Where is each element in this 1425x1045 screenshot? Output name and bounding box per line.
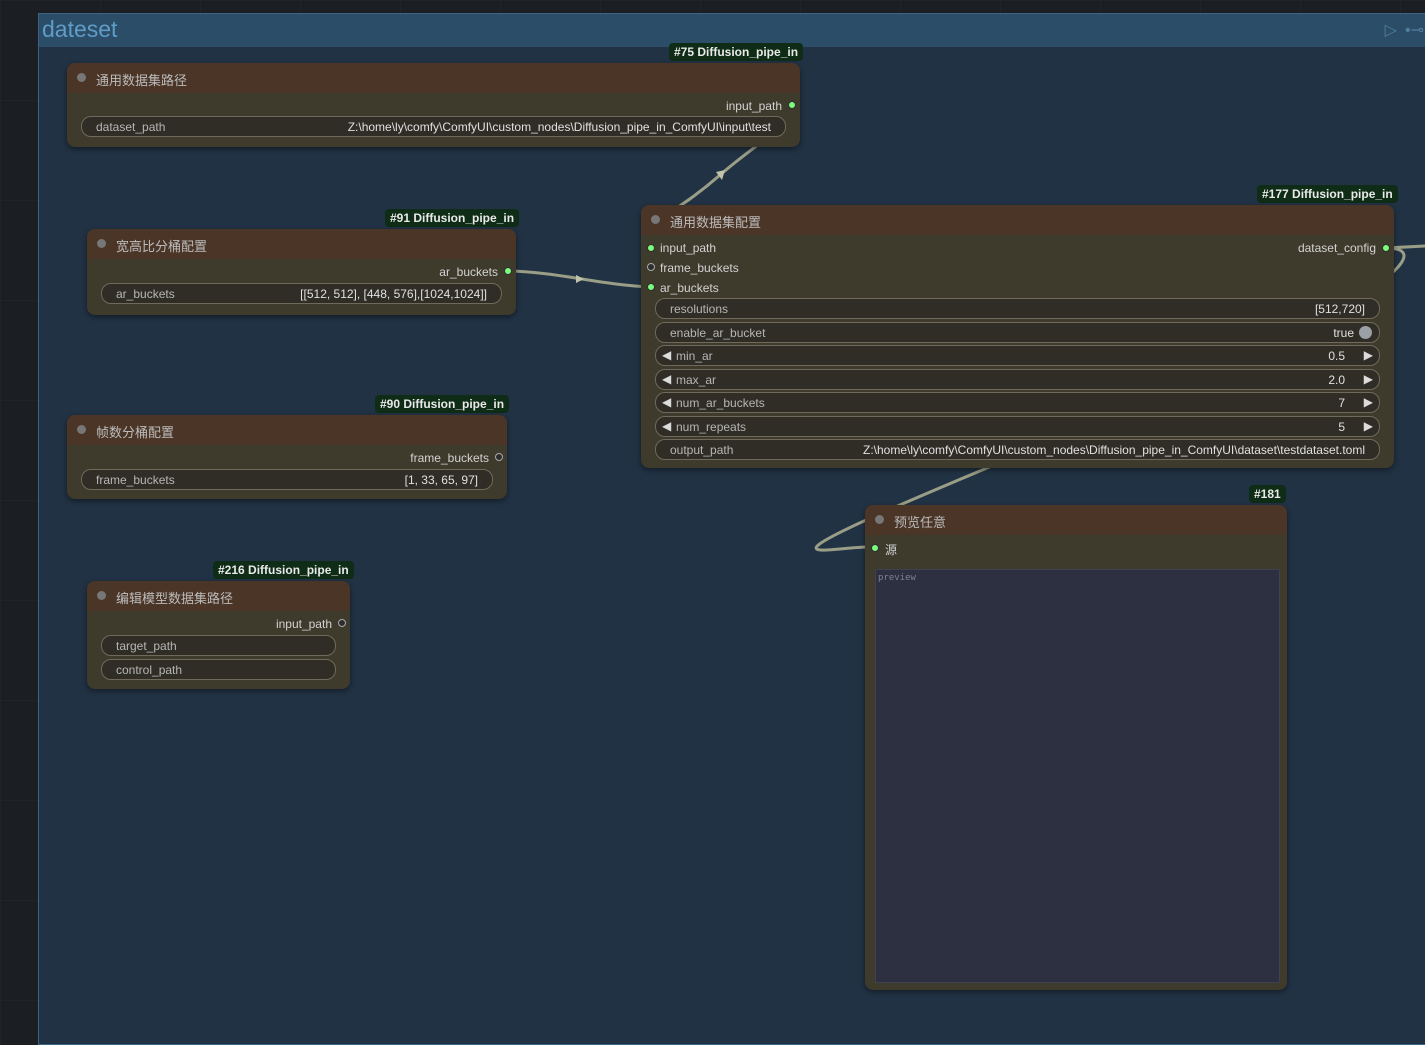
widget-value: [1, 33, 65, 97] [404, 473, 478, 487]
widget-label: min_ar [676, 349, 713, 363]
node-title: 通用数据集路径 [96, 73, 188, 88]
increment-arrow-icon[interactable]: ▶ [1364, 348, 1373, 362]
input-slot-icon[interactable] [647, 244, 655, 252]
collapse-dot-icon[interactable] [651, 215, 660, 224]
input-slot-icon[interactable] [647, 263, 655, 271]
widget-label: enable_ar_bucket [670, 326, 766, 340]
output-slot-icon[interactable] [504, 267, 512, 275]
num-ar-buckets-stepper[interactable]: ◀ num_ar_buckets 7 ▶ [655, 392, 1380, 413]
node-title: 宽高比分桶配置 [116, 239, 208, 254]
node-dataset-config[interactable]: 通用数据集配置 input_path frame_buckets ar_buck… [641, 205, 1394, 468]
node-header[interactable]: 通用数据集配置 [641, 205, 1394, 235]
node-header[interactable]: 通用数据集路径 [67, 63, 800, 93]
node-badge-177: #177 Diffusion_pipe_in [1257, 185, 1398, 203]
num-repeats-stepper[interactable]: ◀ num_repeats 5 ▶ [655, 416, 1380, 437]
widget-value: true [1333, 326, 1354, 340]
decrement-arrow-icon[interactable]: ◀ [662, 372, 671, 386]
node-badge-216: #216 Diffusion_pipe_in [213, 561, 354, 579]
enable-ar-bucket-toggle[interactable]: enable_ar_bucket true [655, 322, 1380, 343]
decrement-arrow-icon[interactable]: ◀ [662, 348, 671, 362]
node-header[interactable]: 宽高比分桶配置 [87, 229, 516, 259]
output-slot-label: input_path [275, 617, 332, 631]
widget-label: target_path [116, 639, 177, 653]
input-slot-label: 源 [885, 543, 898, 557]
dataset-path-field[interactable]: dataset_path Z:\home\ly\comfy\ComfyUI\cu… [81, 116, 786, 137]
max-ar-stepper[interactable]: ◀ max_ar 2.0 ▶ [655, 369, 1380, 390]
widget-label: num_repeats [676, 420, 747, 434]
widget-value: 2.0 [1328, 373, 1345, 387]
input-slot-icon[interactable] [647, 283, 655, 291]
widget-label: num_ar_buckets [676, 396, 765, 410]
collapse-dot-icon[interactable] [77, 425, 86, 434]
node-title: 预览任意 [894, 515, 947, 530]
widget-value: [512,720] [1314, 302, 1365, 316]
ar-buckets-field[interactable]: ar_buckets [[512, 512], [448, 576],[1024… [101, 283, 502, 304]
collapse-dot-icon[interactable] [97, 591, 106, 600]
toggle-knob-icon[interactable] [1359, 326, 1372, 339]
widget-value: [[512, 512], [448, 576],[1024,1024]] [300, 287, 487, 301]
widget-label: output_path [670, 443, 734, 457]
widget-value: 7 [1338, 396, 1345, 410]
increment-arrow-icon[interactable]: ▶ [1364, 372, 1373, 386]
output-slot-label: frame_buckets [410, 451, 489, 465]
node-header[interactable]: 预览任意 [865, 505, 1287, 535]
widget-label: control_path [116, 663, 183, 677]
collapse-dot-icon[interactable] [875, 515, 884, 524]
output-slot-icon[interactable] [338, 619, 346, 627]
node-frame-buckets[interactable]: 帧数分桶配置 frame_buckets frame_buckets [1, 3… [67, 415, 507, 499]
widget-label: frame_buckets [96, 473, 175, 487]
widget-label: resolutions [670, 302, 729, 316]
preview-textarea[interactable]: preview [875, 569, 1280, 983]
target-path-field[interactable]: target_path [101, 635, 336, 656]
preview-placeholder: preview [878, 573, 916, 583]
output-slot-icon[interactable] [788, 101, 796, 109]
node-title: 帧数分桶配置 [96, 425, 175, 440]
node-badge-75: #75 Diffusion_pipe_in [669, 43, 804, 61]
collapse-dot-icon[interactable] [77, 73, 86, 82]
increment-arrow-icon[interactable]: ▶ [1364, 395, 1373, 409]
widget-value: Z:\home\ly\comfy\ComfyUI\custom_nodes\Di… [347, 120, 771, 134]
node-header[interactable]: 编辑模型数据集路径 [87, 581, 350, 611]
widget-value: 5 [1338, 420, 1345, 434]
frame-buckets-field[interactable]: frame_buckets [1, 33, 65, 97] [81, 469, 493, 490]
widget-value: 0.5 [1328, 349, 1345, 363]
widget-value: Z:\home\ly\comfy\ComfyUI\custom_nodes\Di… [862, 443, 1365, 457]
output-slot-label: dataset_config [1297, 241, 1376, 255]
node-header[interactable]: 帧数分桶配置 [67, 415, 507, 445]
node-badge-181: #181 [1249, 485, 1286, 503]
play-icon[interactable]: ▷ [1385, 22, 1397, 39]
output-slot-label: ar_buckets [439, 265, 498, 279]
link-icon[interactable]: •⊸ [1405, 22, 1424, 39]
widget-label: dataset_path [96, 120, 166, 134]
input-slot-icon[interactable] [871, 544, 879, 552]
node-dataset-path[interactable]: 通用数据集路径 input_path dataset_path Z:\home\… [67, 63, 800, 147]
widget-label: max_ar [676, 373, 717, 387]
decrement-arrow-icon[interactable]: ◀ [662, 419, 671, 433]
group-title: dateset [42, 16, 118, 42]
input-slot-label: frame_buckets [660, 261, 739, 275]
output-path-field[interactable]: output_path Z:\home\ly\comfy\ComfyUI\cus… [655, 439, 1380, 460]
node-title: 通用数据集配置 [670, 215, 762, 230]
input-slot-label: ar_buckets [660, 281, 719, 295]
node-badge-91: #91 Diffusion_pipe_in [385, 209, 520, 227]
resolutions-field[interactable]: resolutions [512,720] [655, 298, 1380, 319]
output-slot-icon[interactable] [495, 453, 503, 461]
node-ar-buckets[interactable]: 宽高比分桶配置 ar_buckets ar_buckets [[512, 512… [87, 229, 516, 315]
input-slot-label: input_path [660, 241, 717, 255]
collapse-dot-icon[interactable] [97, 239, 106, 248]
widget-label: ar_buckets [116, 287, 175, 301]
node-badge-90: #90 Diffusion_pipe_in [375, 395, 510, 413]
output-slot-icon[interactable] [1382, 244, 1390, 252]
node-edit-dataset-path[interactable]: 编辑模型数据集路径 input_path target_path control… [87, 581, 350, 689]
control-path-field[interactable]: control_path [101, 659, 336, 680]
min-ar-stepper[interactable]: ◀ min_ar 0.5 ▶ [655, 345, 1380, 366]
decrement-arrow-icon[interactable]: ◀ [662, 395, 671, 409]
node-title: 编辑模型数据集路径 [116, 591, 234, 606]
output-slot-label: input_path [725, 99, 782, 113]
node-preview-any[interactable]: 预览任意 源 preview [865, 505, 1287, 990]
increment-arrow-icon[interactable]: ▶ [1364, 419, 1373, 433]
